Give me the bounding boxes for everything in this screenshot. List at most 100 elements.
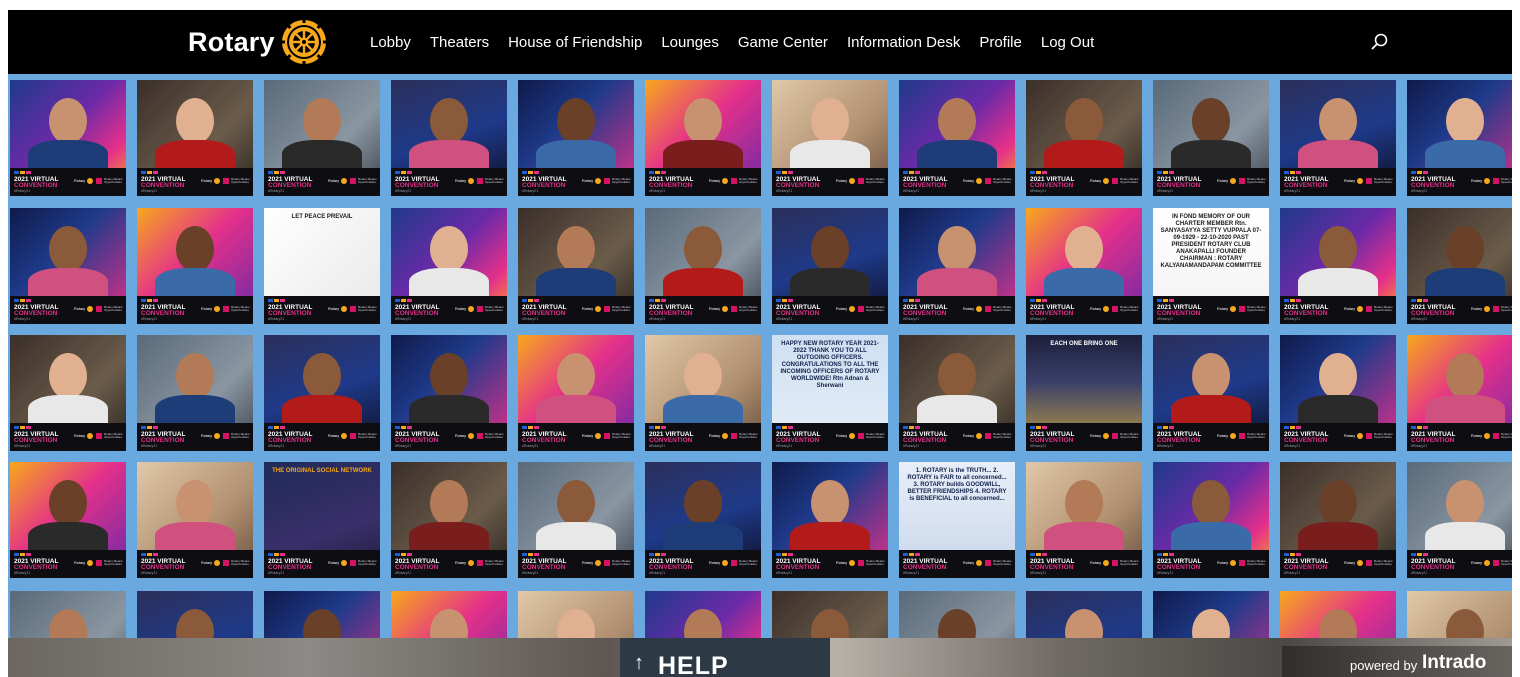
banner-line2: CONVENTION — [14, 564, 58, 571]
wall-photo-tile[interactable]: THE ORIGINAL SOCIAL NETWORK 2021 VIRTUAL C… — [264, 462, 380, 578]
wall-photo-tile[interactable]: 1. ROTARY is the TRUTH... 2. ROTARY is F… — [899, 462, 1015, 578]
wall-photo-tile[interactable]: 2021 VIRTUAL CONVENTION #Rotary21 Rotary Rot… — [772, 462, 888, 578]
nav-lounges[interactable]: Lounges — [661, 34, 719, 51]
wall-photo-tile[interactable]: 2021 VIRTUAL CONVENTION #Rotary21 Rotary Rot… — [264, 335, 380, 451]
banner-hashtag: #Rotary21 — [1030, 189, 1047, 193]
partner-mark-icon — [96, 433, 102, 439]
banner-partner: Rotary Means Opportunities — [1374, 559, 1393, 567]
banner-stripes — [1030, 553, 1047, 556]
nav-game-center[interactable]: Game Center — [738, 34, 828, 51]
wall-photo-tile[interactable]: 2021 VIRTUAL CONVENTION #Rotary21 Rotary Rot… — [518, 462, 634, 578]
wall-photo-tile[interactable]: 2021 VIRTUAL CONVENTION #Rotary21 Rotary Rot… — [1280, 208, 1396, 324]
wall-photo-tile[interactable]: 2021 VIRTUAL CONVENTION #Rotary21 Rotary Rot… — [1280, 80, 1396, 196]
wall-photo-tile[interactable]: 2021 VIRTUAL CONVENTION #Rotary21 Rotary Rot… — [1153, 335, 1269, 451]
wall-photo-tile[interactable]: 2021 VIRTUAL CONVENTION #Rotary21 Rotary Rot… — [137, 208, 253, 324]
banner-line2: CONVENTION — [141, 310, 185, 317]
attendee-face — [430, 98, 468, 144]
rotary-wheel-icon — [1230, 560, 1236, 566]
wall-photo-tile[interactable]: 2021 VIRTUAL CONVENTION #Rotary21 Rotary Rot… — [1026, 208, 1142, 324]
attendee-face — [1065, 226, 1103, 272]
banner-line2: CONVENTION — [268, 437, 312, 444]
wall-photo-tile[interactable]: 2021 VIRTUAL CONVENTION #Rotary21 Rotary Rot… — [1407, 335, 1512, 451]
banner-partner: Rotary Means Opportunities — [358, 305, 377, 313]
wall-photo-tile[interactable]: 2021 VIRTUAL CONVENTION #Rotary21 Rotary Rot… — [518, 80, 634, 196]
banner-hashtag: #Rotary21 — [395, 317, 412, 321]
partner-mark-icon — [350, 306, 356, 312]
wall-photo-tile[interactable]: 2021 VIRTUAL CONVENTION #Rotary21 Rotary Rot… — [1280, 335, 1396, 451]
wall-photo-tile[interactable]: 2021 VIRTUAL CONVENTION #Rotary21 Rotary Rot… — [772, 208, 888, 324]
wall-photo-tile[interactable]: 2021 VIRTUAL CONVENTION #Rotary21 Rotary Rot… — [899, 208, 1015, 324]
banner-brand: Rotary — [1217, 307, 1229, 311]
nav-lobby[interactable]: Lobby — [370, 34, 411, 51]
wall-photo-tile[interactable]: 2021 VIRTUAL CONVENTION #Rotary21 Rotary Rot… — [1407, 80, 1512, 196]
wall-photo-tile[interactable]: 2021 VIRTUAL CONVENTION #Rotary21 Rotary Rot… — [1026, 462, 1142, 578]
wall-photo-tile[interactable]: 2021 VIRTUAL CONVENTION #Rotary21 Rotary Rot… — [645, 80, 761, 196]
nav-log-out[interactable]: Log Out — [1041, 34, 1094, 51]
help-button[interactable]: ↑ HELP — [620, 638, 830, 677]
banner-stripes — [903, 426, 920, 429]
banner-line2: CONVENTION — [1157, 564, 1201, 571]
wall-photo-tile[interactable]: 2021 VIRTUAL CONVENTION #Rotary21 Rotary Rot… — [1407, 462, 1512, 578]
wall-photo-tile[interactable]: 2021 VIRTUAL CONVENTION #Rotary21 Rotary Rot… — [1153, 462, 1269, 578]
wall-photo-tile[interactable]: IN FOND MEMORY OF OUR CHARTER MEMBER Rtn… — [1153, 208, 1269, 324]
wall-photo-tile[interactable]: 2021 VIRTUAL CONVENTION #Rotary21 Rotary Rot… — [1153, 80, 1269, 196]
wall-photo-tile[interactable]: 2021 VIRTUAL CONVENTION #Rotary21 Rotary Rot… — [1280, 462, 1396, 578]
convention-frame-banner: 2021 VIRTUAL CONVENTION #Rotary21 Rotary Rot… — [645, 550, 761, 578]
wall-photo-tile[interactable]: 2021 VIRTUAL CONVENTION #Rotary21 Rotary Rot… — [391, 80, 507, 196]
nav-information-desk[interactable]: Information Desk — [847, 34, 960, 51]
banner-line2: CONVENTION — [1284, 437, 1328, 444]
partner-mark-icon — [1239, 178, 1245, 184]
partner-mark-icon — [731, 433, 737, 439]
wall-photo-tile[interactable]: 2021 VIRTUAL CONVENTION #Rotary21 Rotary Rot… — [518, 208, 634, 324]
banner-stripes — [903, 553, 920, 556]
rotary-logo[interactable]: Rotary — [188, 18, 329, 66]
rotary-wheel-icon — [214, 433, 220, 439]
wall-photo-tile[interactable]: 2021 VIRTUAL CONVENTION #Rotary21 Rotary Rot… — [645, 335, 761, 451]
rotary-wheel-icon — [341, 306, 347, 312]
wall-photo-tile[interactable]: 2021 VIRTUAL CONVENTION #Rotary21 Rotary Rot… — [772, 80, 888, 196]
wall-photo-tile[interactable]: LET PEACE PREVAIL 2021 VIRTUAL CONVENTION #… — [264, 208, 380, 324]
wall-photo-tile[interactable]: 2021 VIRTUAL CONVENTION #Rotary21 Rotary Rot… — [137, 80, 253, 196]
wall-photo-tile[interactable]: 2021 VIRTUAL CONVENTION #Rotary21 Rotary Rot… — [10, 462, 126, 578]
wall-photo-tile[interactable]: 2021 VIRTUAL CONVENTION #Rotary21 Rotary Rot… — [137, 335, 253, 451]
banner-brand: Rotary — [1471, 179, 1483, 183]
banner-stripes — [268, 171, 285, 174]
nav-profile[interactable]: Profile — [979, 34, 1022, 51]
rotary-wheel-icon — [722, 433, 728, 439]
wall-photo-tile[interactable]: 2021 VIRTUAL CONVENTION #Rotary21 Rotary Rot… — [899, 335, 1015, 451]
banner-stripes — [268, 426, 285, 429]
wall-photo-tile[interactable]: 2021 VIRTUAL CONVENTION #Rotary21 Rotary Rot… — [1026, 80, 1142, 196]
banner-stripes — [395, 171, 412, 174]
search-icon[interactable] — [1370, 32, 1390, 52]
nav-theaters[interactable]: Theaters — [430, 34, 489, 51]
banner-hashtag: #Rotary21 — [649, 444, 666, 448]
banner-partner: Rotary Means Opportunities — [866, 305, 885, 313]
attendee-face — [1446, 98, 1484, 144]
banner-brand: Rotary — [582, 561, 594, 565]
convention-frame-banner: 2021 VIRTUAL CONVENTION #Rotary21 Rotary Rot… — [391, 168, 507, 196]
attendee-face — [684, 353, 722, 399]
wall-photo-tile[interactable]: 2021 VIRTUAL CONVENTION #Rotary21 Rotary Rot… — [391, 462, 507, 578]
partner-mark-icon — [731, 306, 737, 312]
wall-photo-tile[interactable]: 2021 VIRTUAL CONVENTION #Rotary21 Rotary Rot… — [391, 208, 507, 324]
wall-photo-tile[interactable]: 2021 VIRTUAL CONVENTION #Rotary21 Rotary Rot… — [264, 80, 380, 196]
convention-frame-banner: 2021 VIRTUAL CONVENTION #Rotary21 Rotary Rot… — [1026, 296, 1142, 324]
attendee-face — [1065, 480, 1103, 526]
banner-line2: CONVENTION — [1284, 310, 1328, 317]
banner-hashtag: #Rotary21 — [1411, 444, 1428, 448]
wall-photo-tile[interactable]: 2021 VIRTUAL CONVENTION #Rotary21 Rotary Rot… — [10, 335, 126, 451]
wall-photo-tile[interactable]: 2021 VIRTUAL CONVENTION #Rotary21 Rotary Rot… — [518, 335, 634, 451]
wall-photo-tile[interactable]: 2021 VIRTUAL CONVENTION #Rotary21 Rotary Rot… — [391, 335, 507, 451]
nav-house-of-friendship[interactable]: House of Friendship — [508, 34, 642, 51]
wall-photo-tile[interactable]: 2021 VIRTUAL CONVENTION #Rotary21 Rotary Rot… — [645, 208, 761, 324]
wall-photo-tile[interactable]: HAPPY NEW ROTARY YEAR 2021-2022 THANK YO… — [772, 335, 888, 451]
wall-photo-tile[interactable]: EACH ONE BRING ONE 2021 VIRTUAL CONVENTION… — [1026, 335, 1142, 451]
wall-photo-tile[interactable]: 2021 VIRTUAL CONVENTION #Rotary21 Rotary Rot… — [137, 462, 253, 578]
wall-photo-tile[interactable]: 2021 VIRTUAL CONVENTION #Rotary21 Rotary Rot… — [645, 462, 761, 578]
wall-photo-tile[interactable]: 2021 VIRTUAL CONVENTION #Rotary21 Rotary Rot… — [1407, 208, 1512, 324]
banner-stripes — [1284, 171, 1301, 174]
wall-photo-tile[interactable]: 2021 VIRTUAL CONVENTION #Rotary21 Rotary Rot… — [10, 208, 126, 324]
wall-photo-tile[interactable]: 2021 VIRTUAL CONVENTION #Rotary21 Rotary Rot… — [899, 80, 1015, 196]
banner-line2: CONVENTION — [1030, 182, 1074, 189]
wall-photo-tile[interactable]: 2021 VIRTUAL CONVENTION #Rotary21 Rotary Rot… — [10, 80, 126, 196]
